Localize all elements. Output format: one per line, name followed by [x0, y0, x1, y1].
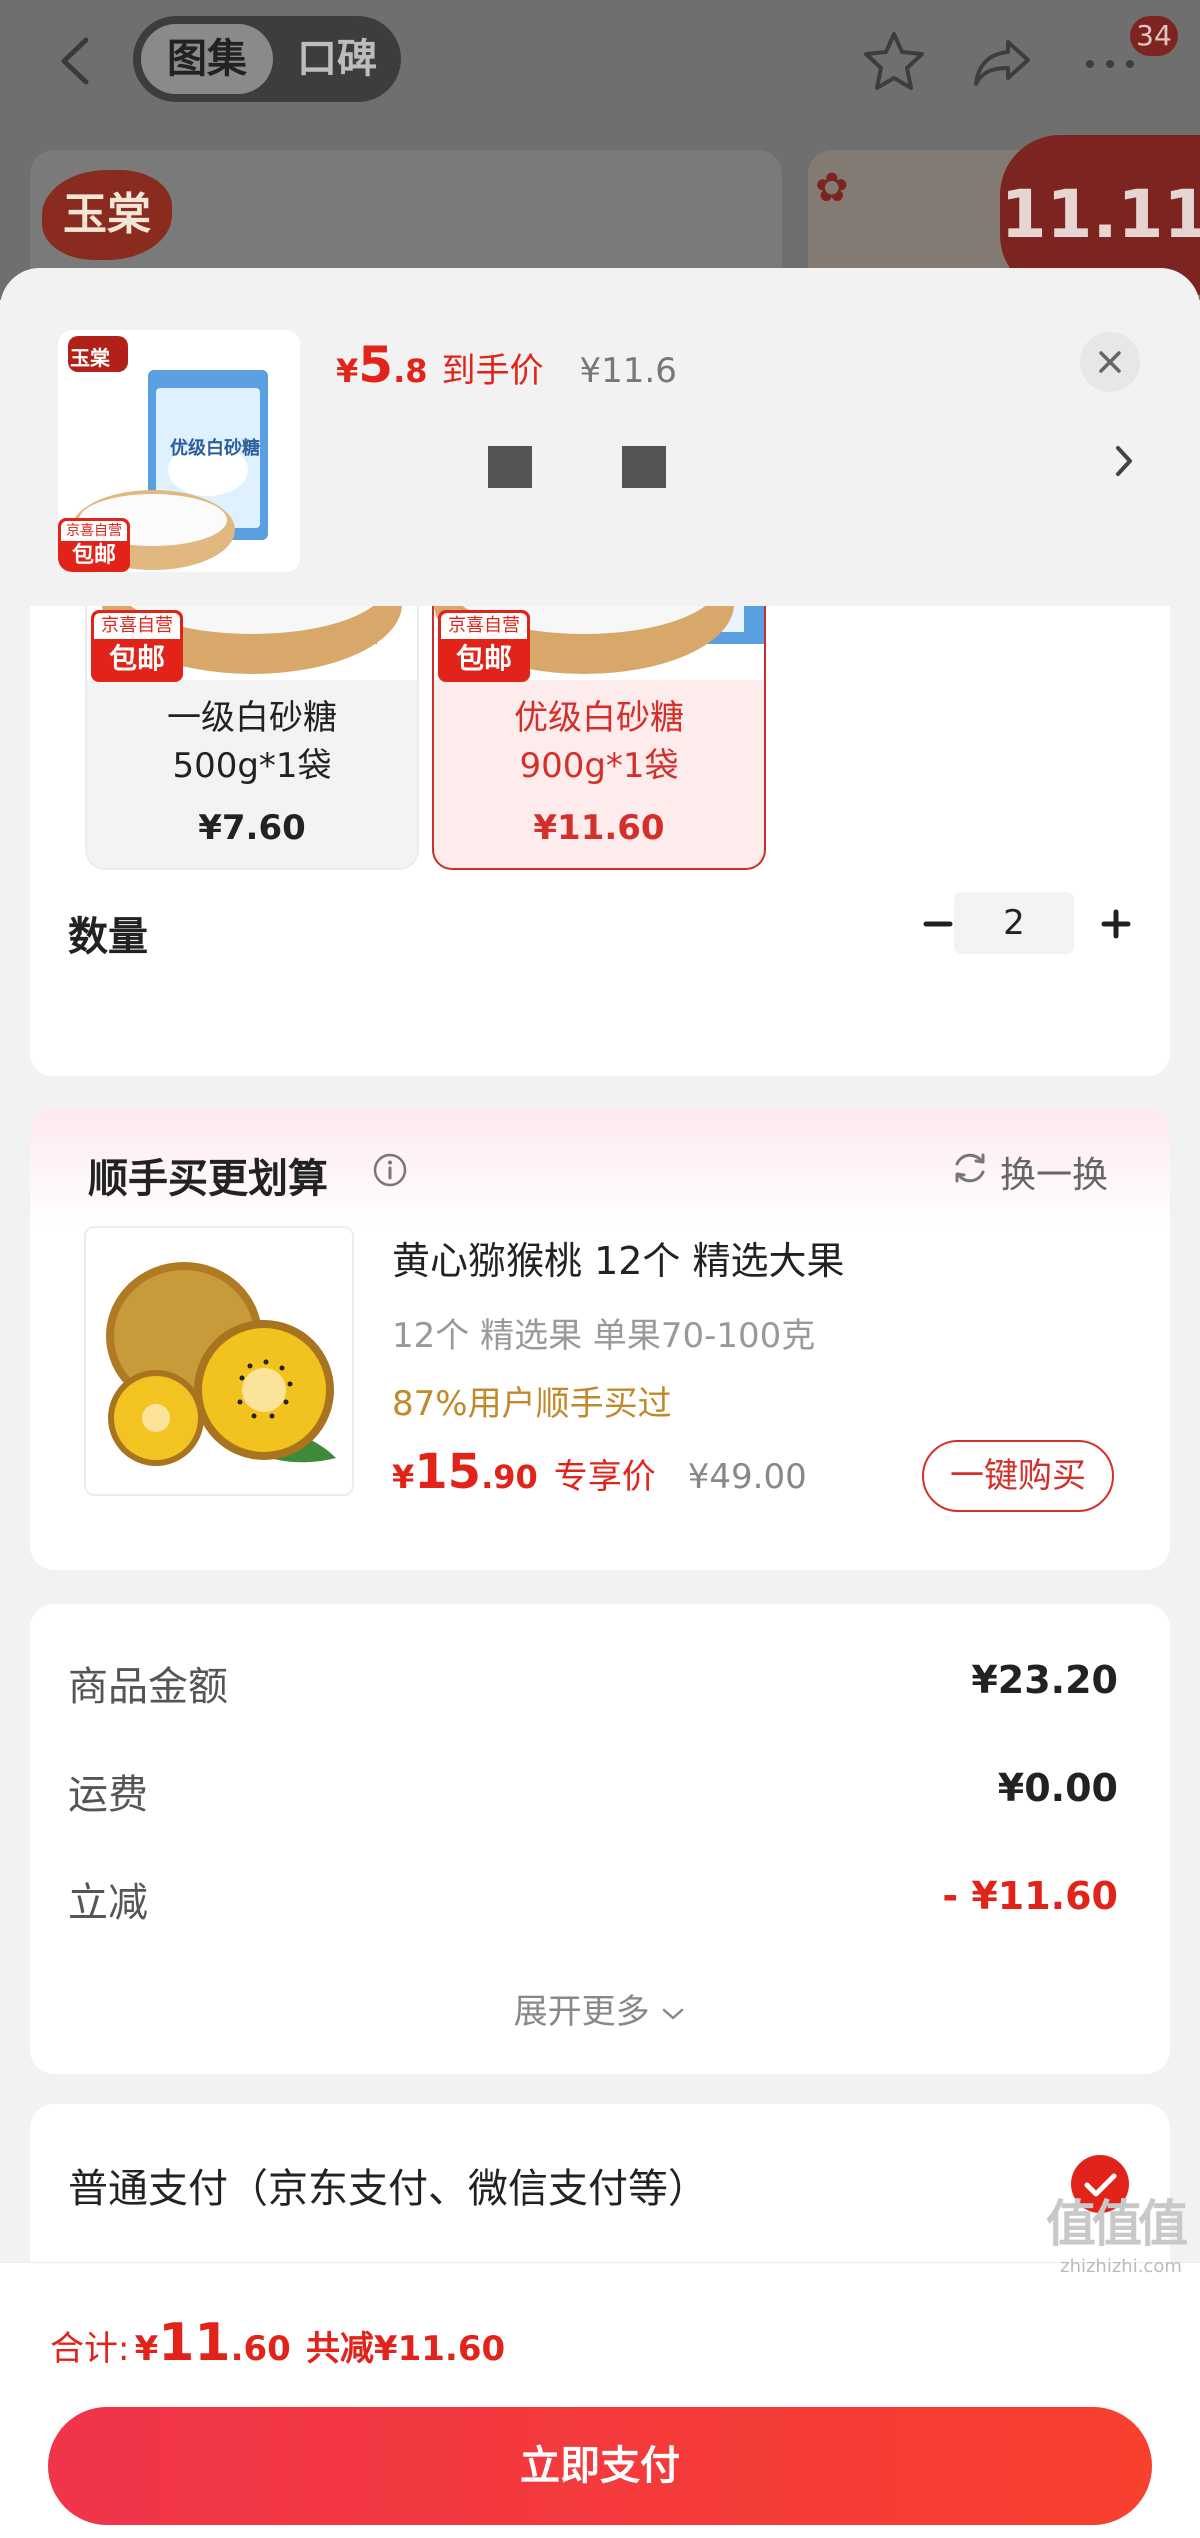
tab-reviews[interactable]: 口碑 — [278, 24, 396, 94]
addon-price-line: ¥15.90 专享价 ¥49.00 — [392, 1444, 807, 1500]
addon-original-price: ¥49.00 — [687, 1457, 807, 1497]
final-price: 5 — [358, 336, 394, 394]
plus-icon[interactable] — [1086, 894, 1146, 954]
summary-row-discount: 立减 - ¥11.60 — [68, 1874, 1118, 1926]
tab-switcher: 图集 口碑 — [133, 16, 401, 102]
spec-option-1[interactable]: 京喜自营 包邮 一级白砂糖 500g*1袋 ¥7.60 — [85, 564, 419, 870]
summary-row-shipping: 运费 ¥0.00 — [68, 1766, 1118, 1818]
brand-logo: 玉棠 — [42, 170, 172, 260]
price-line: ¥5.8 到手价 ¥11.6 — [336, 336, 677, 394]
product-header: 玉棠 优级白砂糖 京喜自营 包邮 ¥5.8 到手价 ¥11.6 — [0, 268, 1200, 606]
addon-price-label: 专享价 — [553, 1457, 656, 1497]
decoration-icon: ✿ — [815, 165, 849, 211]
free-shipping-tag: 京喜自营 包邮 — [58, 518, 130, 572]
spec-price: ¥7.60 — [198, 808, 306, 848]
chevron-down-icon — [663, 2008, 684, 2019]
package-label: 优级白砂糖 — [170, 438, 260, 459]
free-shipping-tag: 京喜自营 包邮 — [438, 610, 530, 682]
top-bar: 图集 口碑 34 — [0, 0, 1200, 120]
spec-name: 一级白砂糖 500g*1袋 — [167, 698, 337, 786]
final-price-label: 到手价 — [441, 351, 544, 391]
redacted-block — [488, 446, 532, 488]
checkout-bar: 合计: ¥11.60 共减¥11.60 立即支付 — [0, 2262, 1200, 2538]
kiwi-image[interactable] — [84, 1226, 354, 1496]
spec-name: 优级白砂糖 900g*1袋 — [514, 698, 684, 786]
info-icon[interactable] — [372, 1152, 408, 1188]
original-price: ¥11.6 — [579, 351, 677, 391]
expand-more-button[interactable]: 展开更多 — [30, 1984, 1170, 2033]
watermark: 值值值 zhizhizhi.com — [1046, 2195, 1188, 2277]
star-icon[interactable] — [860, 28, 928, 94]
package-brand: 玉棠 — [70, 346, 110, 370]
summary-row-subtotal: 商品金额 ¥23.20 — [68, 1658, 1118, 1710]
addon-title: 顺手买更划算 — [88, 1156, 328, 1202]
free-shipping-tag: 京喜自营 包邮 — [91, 610, 183, 682]
refresh-icon[interactable] — [950, 1148, 990, 1188]
message-count-badge: 34 — [1130, 16, 1178, 56]
refresh-button[interactable]: 换一换 — [1000, 1146, 1108, 1198]
tab-gallery[interactable]: 图集 — [141, 24, 273, 94]
one-click-buy-button[interactable]: 一键购买 — [922, 1440, 1114, 1512]
purchase-sheet: 玉棠 优级白砂糖 京喜自营 包邮 ¥5.8 到手价 ¥11.6 京喜自营 包邮 … — [0, 268, 1200, 2538]
payment-option-label: 普通支付（京东支付、微信支付等） — [68, 2166, 708, 2212]
product-thumbnail[interactable]: 玉棠 优级白砂糖 京喜自营 包邮 — [58, 330, 300, 572]
pay-now-button[interactable]: 立即支付 — [48, 2407, 1152, 2525]
addon-product-name[interactable]: 黄心猕猴桃 12个 精选大果 — [392, 1230, 845, 1285]
chevron-right-icon[interactable] — [1110, 436, 1140, 486]
addon-price: 15 — [414, 1444, 482, 1500]
total-saved: 共减¥11.60 — [305, 2329, 506, 2369]
addon-popularity: 87%用户顺手买过 — [392, 1384, 672, 1424]
share-icon[interactable] — [968, 28, 1036, 94]
spec-option-2[interactable]: 京喜自营 包邮 优级白砂糖 900g*1袋 ¥11.60 — [432, 564, 766, 870]
redacted-block — [622, 446, 666, 488]
total-amount: 11 — [158, 2313, 231, 2373]
spec-price: ¥11.60 — [533, 808, 665, 848]
quantity-input[interactable]: 2 — [954, 892, 1074, 954]
back-icon[interactable] — [52, 34, 96, 88]
spec-card: 京喜自营 包邮 一级白砂糖 500g*1袋 ¥7.60 京喜自营 包邮 优级白砂… — [30, 564, 1170, 1076]
total-line: 合计: ¥11.60 共减¥11.60 — [50, 2313, 506, 2373]
close-icon[interactable] — [1080, 332, 1140, 392]
price-summary-card: 商品金额 ¥23.20 运费 ¥0.00 立减 - ¥11.60 展开更多 — [30, 1604, 1170, 2074]
addon-product-desc: 12个 精选果 单果70-100克 — [392, 1316, 816, 1356]
quantity-label: 数量 — [68, 914, 148, 960]
addon-card: 顺手买更划算 换一换 黄心猕猴桃 12个 精选大果 12个 精选果 单果70-1… — [30, 1108, 1170, 1570]
background-page: 玉棠 ✿ 11.11 图集 口碑 34 — [0, 0, 1200, 300]
